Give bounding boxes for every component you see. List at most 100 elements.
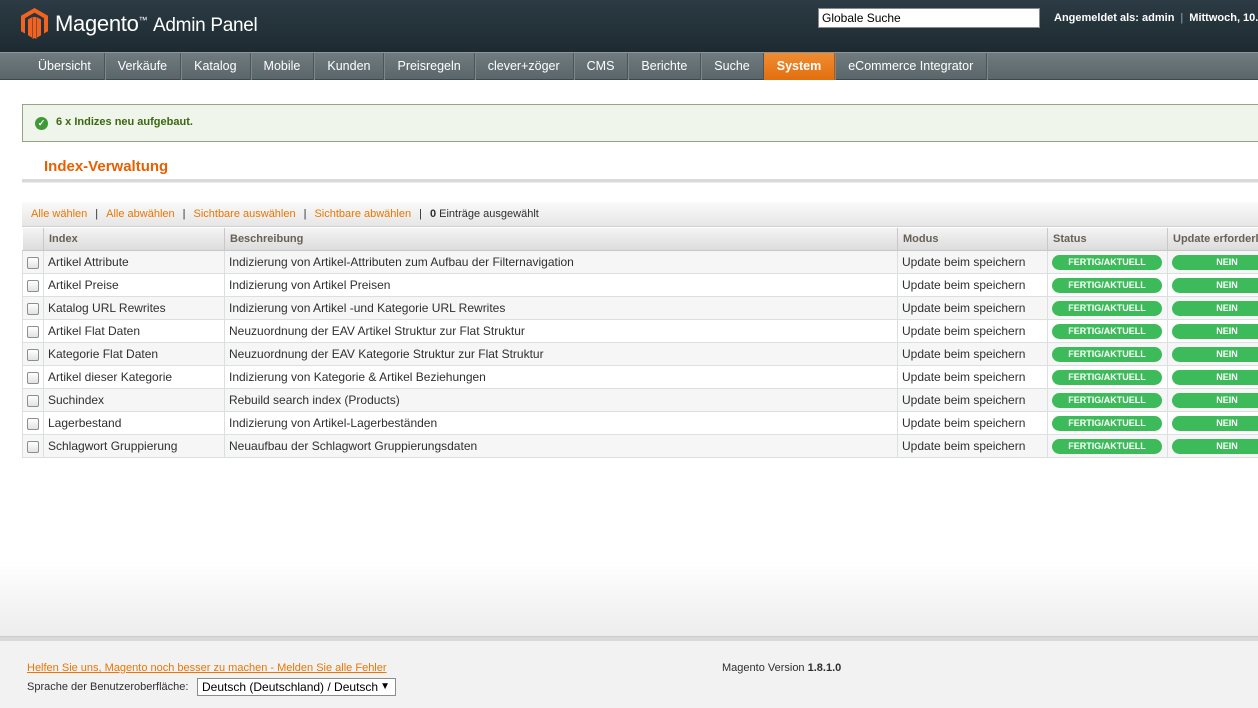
status-cell: FERTIG/AKTUELL	[1047, 319, 1168, 343]
selected-count: 0 Einträge ausgewählt	[429, 208, 539, 220]
row-checkbox[interactable]	[27, 394, 39, 407]
update-required-badge: NEIN	[1172, 323, 1258, 339]
update-required-badge: NEIN	[1172, 392, 1258, 408]
row-checkbox[interactable]	[27, 256, 39, 269]
update-required-cell: NEIN	[1167, 250, 1258, 274]
description-cell: Rebuild search index (Products)	[224, 388, 898, 412]
nav-item-suche[interactable]: Suche	[701, 53, 764, 80]
index-cell: Kategorie Flat Daten	[43, 342, 225, 366]
column-header-update-required[interactable]: Update erforderlich	[1167, 228, 1258, 251]
nav-item-ecommerce-integrator[interactable]: eCommerce Integrator	[835, 53, 988, 80]
description-cell: Indizierung von Artikel-Lagerbeständen	[224, 411, 898, 435]
table-row[interactable]: Artikel Attribute Indizierung von Artikel…	[22, 250, 1258, 274]
nav-item-mobile[interactable]: Mobile	[251, 53, 315, 80]
update-required-badge: NEIN	[1172, 277, 1258, 293]
mode-cell: Update beim speichern	[897, 365, 1048, 389]
row-select-cell	[22, 296, 44, 320]
update-required-badge: NEIN	[1172, 369, 1258, 385]
status-badge: FERTIG/AKTUELL	[1052, 277, 1162, 293]
table-row[interactable]: Lagerbestand Indizierung von Artikel-Lage…	[22, 411, 1258, 435]
column-header-description[interactable]: Beschreibung	[224, 228, 898, 251]
row-select-cell	[22, 411, 44, 435]
user-info: Angemeldet als: admin|Mittwoch, 10. S	[1054, 12, 1258, 24]
column-header-status[interactable]: Status	[1047, 228, 1168, 251]
nav-item-berichte[interactable]: Berichte	[628, 53, 702, 80]
mode-cell: Update beim speichern	[897, 342, 1048, 366]
index-cell: Artikel Preise	[43, 273, 225, 297]
status-cell: FERTIG/AKTUELL	[1047, 250, 1168, 274]
mode-cell: Update beim speichern	[897, 411, 1048, 435]
table-row[interactable]: Katalog URL Rewrites Indizierung von Arti…	[22, 296, 1258, 320]
row-checkbox[interactable]	[27, 302, 39, 315]
language-select[interactable]: Deutsch (Deutschland) / Deutsch ▼	[197, 678, 396, 696]
row-select-cell	[22, 319, 44, 343]
footer-gradient	[0, 560, 1258, 636]
column-header-mode[interactable]: Modus	[897, 228, 1048, 251]
update-required-badge: NEIN	[1172, 438, 1258, 454]
index-cell: Artikel Attribute	[43, 250, 225, 274]
date-label: Mittwoch, 10. S	[1189, 12, 1258, 24]
index-grid: Index Beschreibung Modus Status Update e…	[22, 228, 1258, 458]
index-cell: Katalog URL Rewrites	[43, 296, 225, 320]
title-divider	[22, 179, 1258, 183]
row-checkbox[interactable]	[27, 325, 39, 338]
column-header-select	[22, 228, 44, 251]
row-checkbox[interactable]	[27, 348, 39, 361]
update-required-cell: NEIN	[1167, 365, 1258, 389]
mode-cell: Update beim speichern	[897, 319, 1048, 343]
success-message-text: 6 x Indizes neu aufgebaut.	[56, 116, 193, 128]
status-cell: FERTIG/AKTUELL	[1047, 342, 1168, 366]
nav-item-uebersicht[interactable]: Übersicht	[25, 53, 105, 80]
header: Magento™ Admin Panel Angemeldet als: adm…	[0, 0, 1258, 52]
status-badge: FERTIG/AKTUELL	[1052, 300, 1162, 316]
nav-item-clever-zoeger[interactable]: clever+zöger	[475, 53, 574, 80]
success-message: ✓ 6 x Indizes neu aufgebaut.	[22, 104, 1258, 142]
row-checkbox[interactable]	[27, 417, 39, 430]
index-cell: Artikel Flat Daten	[43, 319, 225, 343]
mode-cell: Update beim speichern	[897, 388, 1048, 412]
update-required-badge: NEIN	[1172, 346, 1258, 362]
row-checkbox[interactable]	[27, 371, 39, 384]
description-cell: Neuzuordnung der EAV Kategorie Struktur …	[224, 342, 898, 366]
select-all-link[interactable]: Alle wählen	[31, 208, 87, 220]
nav-item-preisregeln[interactable]: Preisregeln	[384, 53, 475, 80]
update-required-cell: NEIN	[1167, 342, 1258, 366]
footer: Helfen Sie uns, Magento noch besser zu m…	[0, 641, 1258, 708]
column-header-index[interactable]: Index	[43, 228, 225, 251]
table-row[interactable]: Artikel dieser Kategorie Indizierung von …	[22, 365, 1258, 389]
row-checkbox[interactable]	[27, 440, 39, 453]
status-cell: FERTIG/AKTUELL	[1047, 388, 1168, 412]
bug-report-link[interactable]: Helfen Sie uns, Magento noch besser zu m…	[27, 662, 387, 674]
status-badge: FERTIG/AKTUELL	[1052, 438, 1162, 454]
nav-item-verkaeufe[interactable]: Verkäufe	[105, 53, 182, 80]
unselect-visible-link[interactable]: Sichtbare abwählen	[314, 208, 411, 220]
table-row[interactable]: Kategorie Flat Daten Neuzuordnung der EAV…	[22, 342, 1258, 366]
description-cell: Indizierung von Artikel Preisen	[224, 273, 898, 297]
table-row[interactable]: Artikel Preise Indizierung von Artikel Pr…	[22, 273, 1258, 297]
table-row[interactable]: Artikel Flat Daten Neuzuordnung der EAV A…	[22, 319, 1258, 343]
mode-cell: Update beim speichern	[897, 250, 1048, 274]
status-cell: FERTIG/AKTUELL	[1047, 365, 1168, 389]
nav-item-kunden[interactable]: Kunden	[314, 53, 385, 80]
nav-item-cms[interactable]: CMS	[574, 53, 629, 80]
nav-item-system[interactable]: System	[763, 53, 836, 80]
description-cell: Indizierung von Artikel-Attributen zum A…	[224, 250, 898, 274]
global-search-input[interactable]	[818, 8, 1040, 28]
update-required-cell: NEIN	[1167, 411, 1258, 435]
status-cell: FERTIG/AKTUELL	[1047, 273, 1168, 297]
description-cell: Neuaufbau der Schlagwort Gruppierungsdat…	[224, 434, 898, 458]
table-row[interactable]: Schlagwort Gruppierung Neuaufbau der Schl…	[22, 434, 1258, 458]
select-visible-link[interactable]: Sichtbare auswählen	[193, 208, 295, 220]
unselect-all-link[interactable]: Alle abwählen	[106, 208, 175, 220]
table-row[interactable]: Suchindex Rebuild search index (Products)…	[22, 388, 1258, 412]
language-label: Sprache der Benutzeroberfläche:	[27, 681, 189, 693]
row-checkbox[interactable]	[27, 279, 39, 292]
index-cell: Lagerbestand	[43, 411, 225, 435]
magento-logo-icon[interactable]	[21, 8, 48, 39]
row-select-cell	[22, 388, 44, 412]
nav-item-katalog[interactable]: Katalog	[181, 53, 251, 80]
status-cell: FERTIG/AKTUELL	[1047, 434, 1168, 458]
update-required-cell: NEIN	[1167, 273, 1258, 297]
status-cell: FERTIG/AKTUELL	[1047, 411, 1168, 435]
update-required-badge: NEIN	[1172, 300, 1258, 316]
